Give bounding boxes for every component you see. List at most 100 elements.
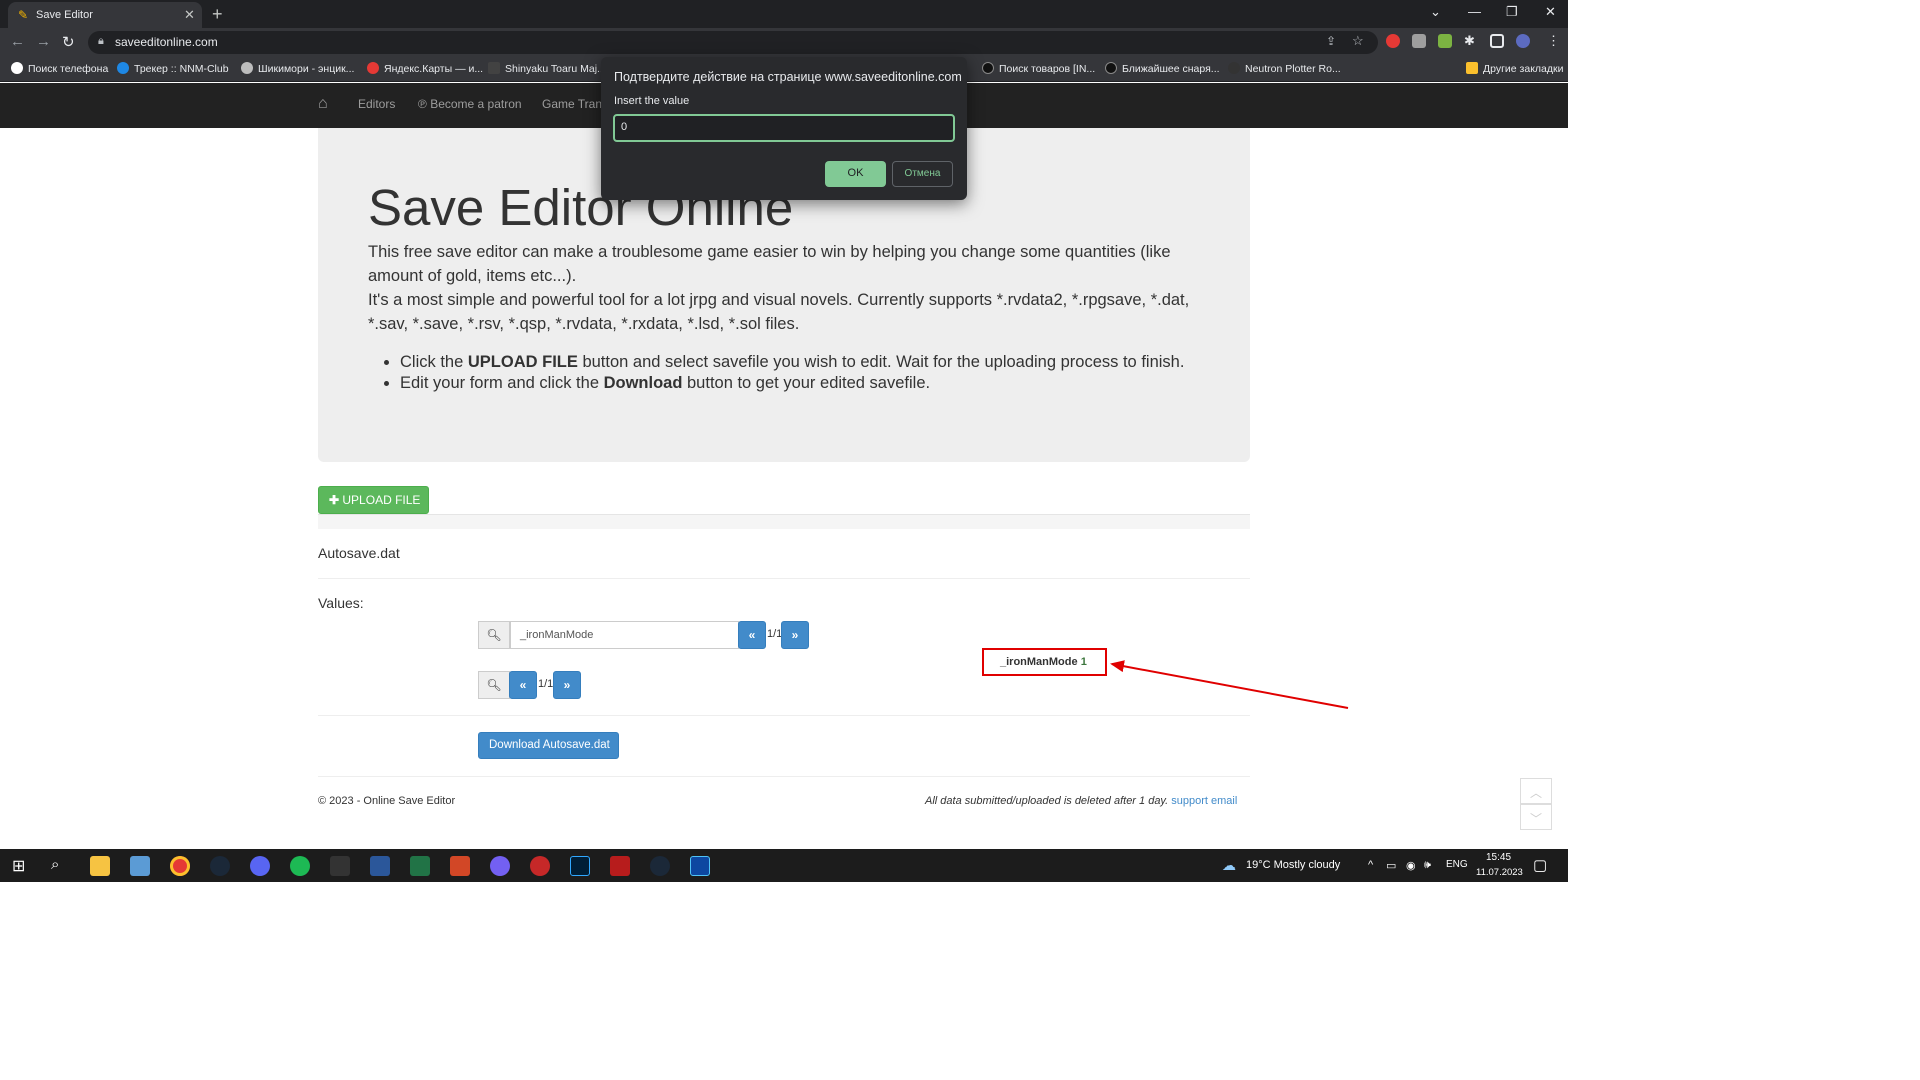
menu-kebab-icon[interactable]: ⋮ [1547,33,1560,49]
novel-icon [488,62,500,74]
value-entry-highlighted[interactable]: _ironManMode 1 [982,648,1107,676]
bookmark-item[interactable]: Ближайшее снаря... [1105,62,1220,75]
word-icon[interactable] [370,856,390,876]
minimize-button[interactable]: — [1468,4,1481,19]
side-panel-icon[interactable] [1490,34,1504,48]
browser-tab-strip: ✎ Save Editor ✕ + ⌄ — ❐ ✕ [0,0,1568,28]
extension-red-icon[interactable] [1386,34,1400,48]
close-tab-icon[interactable]: ✕ [184,7,195,23]
scroll-down-icon[interactable]: ﹀ [1520,804,1552,830]
clock-date[interactable]: 11.07.2023 [1476,867,1523,878]
network-icon[interactable]: ▭ [1386,859,1396,872]
bookmark-item[interactable]: Neutron Plotter Ro... [1228,62,1341,75]
nav-game-trans[interactable]: Game Trans [542,97,608,111]
support-paragraph: It's a most simple and powerful tool for… [368,291,1190,333]
download-button[interactable]: Download Autosave.dat [478,732,619,759]
steam-icon[interactable] [210,856,230,876]
inara-icon [1105,62,1117,74]
upload-progress-bar [318,514,1250,529]
list-item: Click the UPLOAD FILE button and select … [400,352,1200,373]
yandex-maps-icon [367,62,379,74]
chrome-icon[interactable] [170,856,190,876]
language-indicator[interactable]: ENG [1446,859,1468,870]
page-indicator: 1/1 [538,678,554,690]
bookmark-item[interactable]: Shinyaku Toaru Maj... [488,62,606,75]
next-page-button[interactable]: » [553,671,581,699]
acrobat-icon[interactable] [610,856,630,876]
steam-icon[interactable] [650,856,670,876]
volume-icon[interactable]: 🕪︎ [1424,859,1431,872]
prev-page-button[interactable]: « [738,621,766,649]
file-explorer-icon[interactable] [90,856,110,876]
browser-tab[interactable]: ✎ Save Editor ✕ [8,2,202,28]
bookmark-star-icon[interactable]: ☆ [1352,33,1364,49]
profile-avatar[interactable] [1516,34,1530,48]
reload-icon[interactable]: ↻ [62,33,75,51]
nav-editors[interactable]: Editors [358,97,395,111]
prev-page-button[interactable]: « [509,671,537,699]
notifications-icon[interactable]: ▢ [1533,856,1547,874]
viber-icon[interactable] [490,856,510,876]
upload-file-button[interactable]: ✚ UPLOAD FILE [318,486,429,514]
bookmark-item[interactable]: Поиск телефона [11,62,108,75]
excel-icon[interactable] [410,856,430,876]
site-favicon-icon: ✎ [18,8,29,22]
next-page-button[interactable]: » [781,621,809,649]
footer-notice: All data submitted/uploaded is deleted a… [925,795,1238,807]
clock-time[interactable]: 15:45 [1486,852,1511,863]
youtube-music-icon[interactable] [530,856,550,876]
forward-icon[interactable]: → [36,33,51,50]
epic-games-icon[interactable] [330,856,350,876]
bookmark-item[interactable]: Шикимори - энцик... [241,62,354,75]
shikimori-icon [241,62,253,74]
back-icon[interactable]: ← [10,33,25,50]
extensions-puzzle-icon[interactable]: ✱ [1464,33,1475,49]
bookmark-item[interactable]: Поиск товаров [IN... [982,62,1095,75]
home-icon[interactable]: ⌂ [318,95,328,113]
weather-text[interactable]: 19°C Mostly cloudy [1246,859,1340,871]
bookmark-item[interactable]: Яндекс.Карты — и... [367,62,483,75]
search-input[interactable]: _ironManMode [510,621,739,649]
divider [318,776,1250,777]
spotify-icon[interactable] [290,856,310,876]
value-field[interactable]: 1 [1081,656,1087,668]
spansh-icon [1228,62,1240,74]
extension-download-icon[interactable] [1438,34,1452,48]
restore-button[interactable]: ❐ [1506,4,1518,20]
windows-start-icon[interactable]: ⊞ [12,856,25,876]
close-window-button[interactable]: ✕ [1545,4,1556,20]
cancel-button[interactable]: Отмена [892,161,953,187]
other-bookmarks[interactable]: Другие закладки [1466,62,1563,75]
calculator-icon[interactable] [130,856,150,876]
steam-tray-icon[interactable]: ◉ [1406,859,1416,872]
instructions-list: Click the UPLOAD FILE button and select … [400,352,1200,393]
vscode-icon[interactable] [690,856,710,876]
scroll-up-icon[interactable]: ︿ [1520,778,1552,804]
weather-icon[interactable]: ☁ [1222,857,1236,874]
bookmark-item[interactable]: Трекер :: NNM-Club [117,62,229,75]
search-icon[interactable]: 🔍︎ [478,671,510,699]
search-icon[interactable]: ⌕ [51,856,59,873]
lock-icon: 🔒︎ [98,35,104,47]
tray-chevron-icon[interactable]: ^ [1368,859,1373,871]
tab-search-icon[interactable]: ⌄ [1430,4,1441,20]
powerpoint-icon[interactable] [450,856,470,876]
discord-icon[interactable] [250,856,270,876]
nav-become-patron[interactable]: ℗ Become a patron [418,97,522,111]
value-key: _ironManMode [1000,656,1078,668]
tab-title: Save Editor [36,9,93,21]
extension-grey-icon[interactable] [1412,34,1426,48]
photoshop-icon[interactable] [570,856,590,876]
address-bar[interactable]: 🔒︎ saveeditonline.com ⇪ ☆ [88,31,1378,54]
file-name: Autosave.dat [318,545,400,561]
new-tab-button[interactable]: + [212,4,223,25]
dialog-value-input[interactable]: 0 [613,114,955,142]
share-icon[interactable]: ⇪ [1326,34,1336,48]
support-email-link[interactable]: support email [1171,795,1237,807]
inara-icon [982,62,994,74]
footer-copyright: © 2023 - Online Save Editor [318,795,456,807]
list-item: Edit your form and click the Download bu… [400,373,1200,394]
prompt-dialog: Подтвердите действие на странице www.sav… [601,57,967,200]
ok-button[interactable]: OK [825,161,886,187]
search-icon[interactable]: 🔍︎ [478,621,510,649]
